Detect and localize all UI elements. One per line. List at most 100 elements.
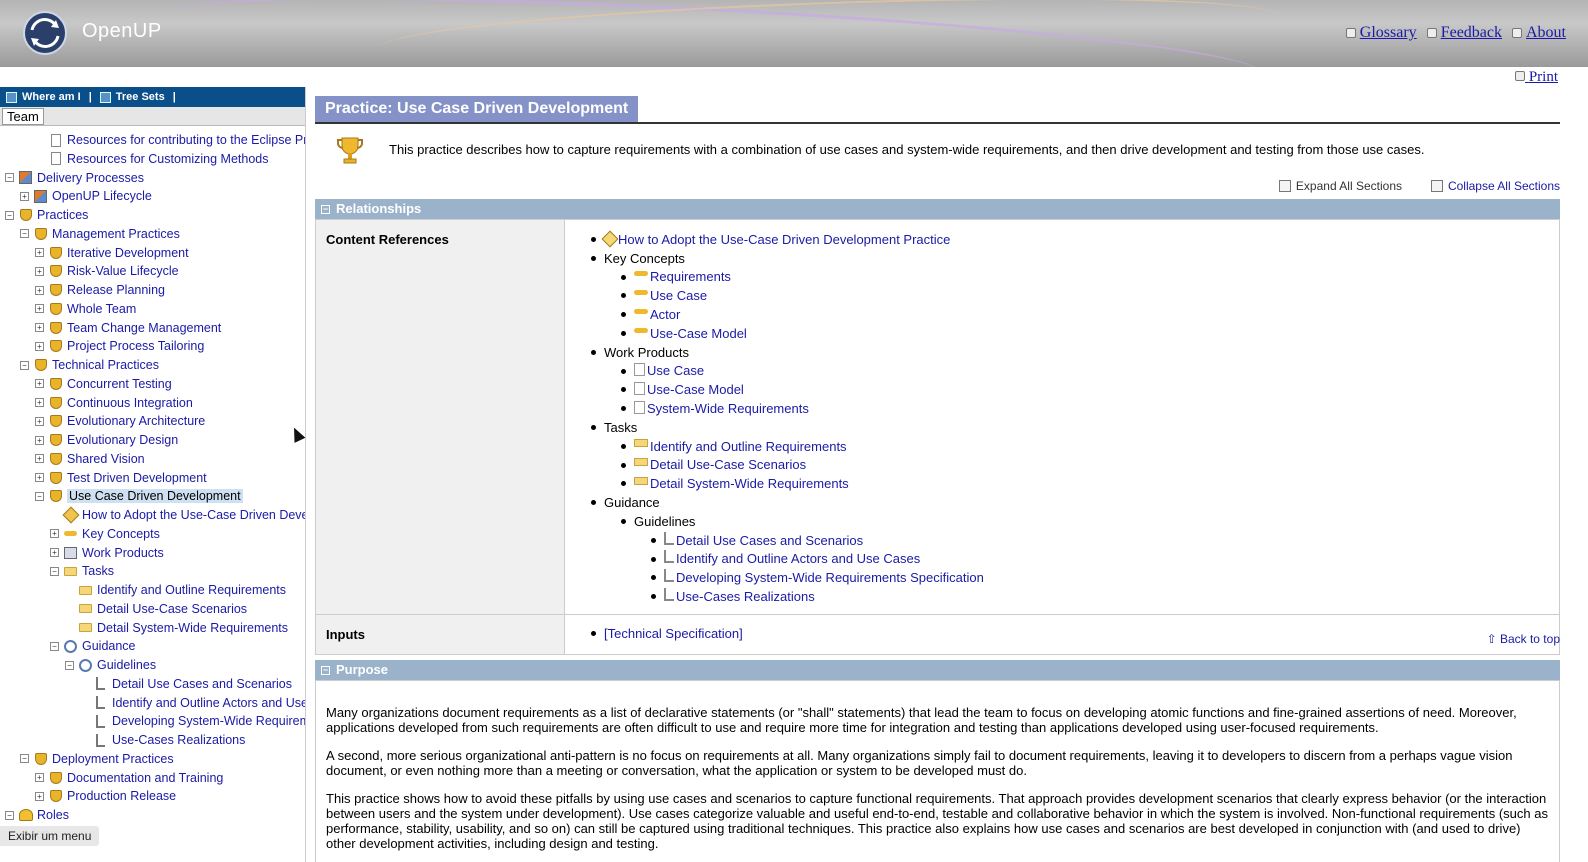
where-am-i-button[interactable]: Where am I (6, 91, 81, 103)
tree-item[interactable]: Resources for contributing to the Eclips… (35, 131, 305, 149)
reference-link[interactable]: System-Wide Requirements (647, 401, 809, 416)
tree-item[interactable]: + Team Change Management (35, 319, 221, 337)
collapse-node-icon[interactable]: − (20, 754, 29, 764)
reference-link[interactable]: Detail System-Wide Requirements (650, 476, 849, 491)
tree-item[interactable]: − Management Practices (20, 225, 180, 243)
tree-item[interactable]: Identify and Outline Requirements (65, 581, 286, 599)
folder-icon-glyph (79, 623, 92, 632)
tree-item[interactable]: − Guidelines (65, 656, 156, 674)
reference-link[interactable]: Use Case (650, 288, 707, 303)
tree-item[interactable]: − Deployment Practices (20, 750, 174, 768)
tree-item[interactable]: − Delivery Processes (5, 169, 144, 187)
tree-item[interactable]: How to Adopt the Use-Case Driven Develop… (50, 506, 305, 524)
tree-item[interactable]: + Test Driven Development (35, 469, 207, 487)
expand-node-icon[interactable]: + (35, 398, 44, 407)
tree-sets-button[interactable]: Tree Sets (99, 91, 165, 103)
tree-item[interactable]: + Whole Team (35, 300, 136, 318)
expand-node-icon[interactable]: + (35, 304, 44, 314)
tree-item[interactable]: Identify and Outline Actors and Use Case… (80, 694, 305, 712)
expand-node-icon[interactable]: + (35, 266, 44, 276)
reference-item: Detail Use-Case Scenarios (621, 456, 1559, 475)
tree-item[interactable]: + Work Products (50, 544, 164, 562)
reference-link[interactable]: Requirements (650, 269, 731, 284)
tree-item[interactable]: − Tasks (50, 562, 114, 580)
tab-team[interactable]: Team (2, 108, 44, 125)
technical-specification-link[interactable]: [Technical Specification] (604, 626, 743, 641)
trophy-icon-glyph (34, 227, 47, 240)
tree-item[interactable]: + Iterative Development (35, 244, 189, 262)
content-references-row: Content References How to Adopt the Use-… (316, 220, 1559, 615)
collapse-node-icon[interactable]: − (5, 173, 14, 182)
collapse-node-icon[interactable]: − (35, 491, 44, 501)
tree-item[interactable]: + Risk-Value Lifecycle (35, 262, 179, 280)
tree-item[interactable]: − Guidance (50, 637, 136, 655)
expand-node-icon[interactable]: + (50, 548, 59, 557)
expand-node-icon[interactable]: + (35, 454, 44, 464)
expand-node-icon[interactable]: + (35, 435, 44, 445)
tree-item[interactable]: + Shared Vision (35, 450, 145, 468)
collapse-node-icon[interactable]: − (20, 360, 29, 370)
expand-node-icon[interactable]: + (35, 285, 44, 295)
reference-link[interactable]: How to Adopt the Use-Case Driven Develop… (618, 232, 950, 247)
tree-item[interactable]: Use-Cases Realizations (80, 731, 245, 749)
tree-item[interactable]: + Concurrent Testing (35, 375, 172, 393)
expand-node-icon[interactable]: + (35, 341, 44, 351)
expand-node-icon[interactable]: + (35, 379, 44, 389)
tree-item[interactable]: + Evolutionary Architecture (35, 412, 205, 430)
reference-link[interactable]: Use-Cases Realizations (676, 589, 815, 604)
tree-item[interactable]: Detail Use-Case Scenarios (65, 600, 247, 618)
reference-link[interactable]: Actor (650, 307, 680, 322)
collapse-node-icon[interactable]: − (50, 641, 59, 651)
reference-link[interactable]: Detail Use Cases and Scenarios (676, 533, 863, 548)
trophy-icon (33, 227, 48, 241)
purpose-section-header[interactable]: − Purpose (315, 660, 1560, 680)
collapse-all-label: Collapse All Sections (1447, 179, 1560, 193)
tree-item[interactable]: + Release Planning (35, 281, 165, 299)
expand-node-icon[interactable]: + (35, 323, 44, 332)
expand-node-icon[interactable]: + (35, 773, 44, 782)
tree-item[interactable]: + Key Concepts (50, 525, 160, 543)
collapse-node-icon[interactable]: − (5, 210, 14, 220)
collapse-node-icon[interactable]: − (5, 810, 14, 820)
tree-item[interactable]: + Continuous Integration (35, 394, 193, 412)
tree-item[interactable]: + Production Release (35, 787, 176, 805)
feedback-link[interactable]: Feedback (1426, 24, 1502, 42)
expand-node-icon[interactable]: + (20, 191, 29, 201)
guideline-icon (93, 733, 108, 747)
expand-node-icon[interactable]: + (35, 248, 44, 257)
glossary-icon (1345, 28, 1356, 38)
back-to-top-link[interactable]: ⇧ Back to top (1487, 632, 1560, 646)
reference-link[interactable]: Use Case (647, 363, 704, 378)
tree-item[interactable]: + Evolutionary Design (35, 431, 178, 449)
glossary-link[interactable]: Glossary (1345, 24, 1417, 42)
reference-link[interactable]: Identify and Outline Requirements (650, 439, 847, 454)
collapse-node-icon[interactable]: − (20, 229, 29, 239)
reference-link[interactable]: Identify and Outline Actors and Use Case… (676, 551, 920, 566)
collapse-node-icon[interactable]: − (65, 660, 74, 670)
collapse-all-button[interactable]: Collapse All Sections (1430, 179, 1560, 193)
tree-item[interactable]: Detail System-Wide Requirements (65, 619, 288, 637)
reference-link[interactable]: Developing System-Wide Requirements Spec… (676, 570, 984, 585)
expand-all-button[interactable]: Expand All Sections (1278, 179, 1402, 193)
tree-item[interactable]: − Technical Practices (20, 356, 159, 374)
tree-item[interactable]: − Use Case Driven Development (35, 487, 243, 505)
about-link[interactable]: About (1512, 24, 1566, 42)
print-link[interactable]: Print (1515, 69, 1558, 86)
tree-item[interactable]: − Practices (5, 206, 88, 224)
collapse-node-icon[interactable]: − (50, 566, 59, 576)
tree-item[interactable]: + OpenUP Lifecycle (20, 187, 152, 205)
reference-link[interactable]: Detail Use-Case Scenarios (650, 457, 806, 472)
tree-item[interactable]: + Documentation and Training (35, 769, 223, 787)
expand-node-icon[interactable]: + (35, 791, 44, 801)
tree-item[interactable]: − Roles (5, 806, 69, 824)
expand-node-icon[interactable]: + (35, 473, 44, 482)
tree-item[interactable]: + Project Process Tailoring (35, 337, 204, 355)
reference-link[interactable]: Use-Case Model (647, 382, 744, 397)
reference-link[interactable]: Use-Case Model (650, 326, 747, 341)
tree-item[interactable]: Developing System-Wide Requirements Spec… (80, 712, 305, 730)
tree-item[interactable]: Detail Use Cases and Scenarios (80, 675, 292, 693)
expand-node-icon[interactable]: + (35, 416, 44, 426)
relationships-section-header[interactable]: − Relationships (315, 199, 1560, 219)
tree-item[interactable]: Resources for Customizing Methods (35, 150, 268, 168)
expand-node-icon[interactable]: + (50, 529, 59, 539)
